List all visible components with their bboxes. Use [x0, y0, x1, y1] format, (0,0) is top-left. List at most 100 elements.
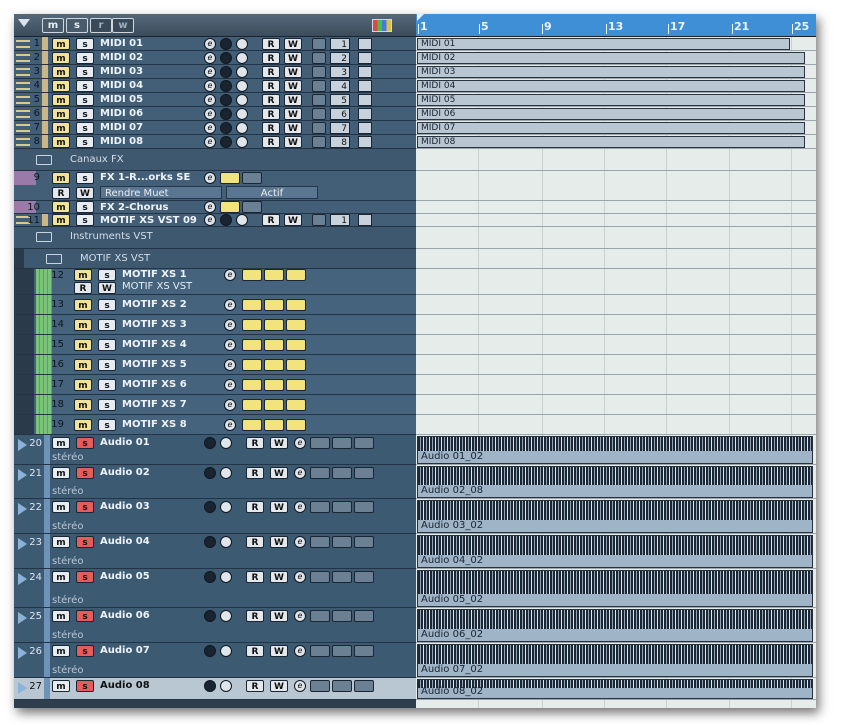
read-automation-button[interactable]: R: [246, 571, 264, 583]
solo-button[interactable]: s: [76, 122, 94, 134]
edit-instrument-button[interactable]: e: [204, 108, 216, 120]
read-automation-button[interactable]: R: [246, 437, 264, 449]
track-name[interactable]: MOTIF XS 4: [122, 339, 187, 351]
midi-input-icon[interactable]: [312, 52, 326, 64]
edit-instrument-button[interactable]: e: [204, 38, 216, 50]
bypass-sends-icon[interactable]: [286, 419, 306, 431]
monitor-button[interactable]: [220, 94, 232, 106]
edit-channel-button[interactable]: e: [294, 680, 306, 692]
solo-button[interactable]: s: [76, 536, 94, 548]
record-enable-button[interactable]: [236, 66, 248, 78]
read-automation-button[interactable]: R: [246, 645, 264, 657]
monitor-button[interactable]: [204, 501, 216, 513]
edit-channel-button[interactable]: e: [224, 419, 236, 431]
record-enable-button[interactable]: [220, 536, 232, 548]
edit-channel-button[interactable]: e: [294, 536, 306, 548]
header-mute-global-button[interactable]: m: [42, 18, 64, 33]
track-name[interactable]: MOTIF XS 3: [122, 319, 187, 331]
track-name[interactable]: Audio 03: [100, 501, 150, 513]
pencil-edit-icon[interactable]: [358, 52, 372, 64]
edit-instrument-button[interactable]: e: [204, 66, 216, 78]
read-automation-button[interactable]: R: [246, 680, 264, 692]
mute-button[interactable]: m: [52, 501, 70, 513]
bypass-sends-icon[interactable]: [286, 299, 306, 311]
bypass-sends-icon[interactable]: [354, 467, 374, 479]
bypass-eq-icon[interactable]: [332, 680, 352, 692]
audio-event[interactable]: Audio 02_08: [417, 466, 813, 498]
mute-button[interactable]: m: [52, 571, 70, 583]
bypass-inserts-icon[interactable]: [310, 437, 330, 449]
edit-instrument-button[interactable]: e: [204, 214, 216, 226]
write-automation-button[interactable]: W: [284, 38, 302, 50]
monitor-button[interactable]: [204, 645, 216, 657]
midi-channel-field[interactable]: 2: [330, 52, 350, 64]
bypass-sends-icon[interactable]: [286, 359, 306, 371]
track-name[interactable]: MIDI 03: [100, 65, 143, 78]
folder-icon[interactable]: [36, 155, 52, 165]
track-name[interactable]: FX 1-R...orks SE: [100, 171, 190, 185]
edit-channel-button[interactable]: e: [294, 501, 306, 513]
track-name[interactable]: MIDI 04: [100, 79, 143, 92]
edit-channel-button[interactable]: e: [294, 467, 306, 479]
mute-button[interactable]: m: [52, 80, 70, 92]
read-automation-button[interactable]: R: [74, 282, 92, 294]
bypass-inserts-icon[interactable]: [310, 645, 330, 657]
playhead-marker-icon[interactable]: [417, 14, 424, 21]
edit-fx-button[interactable]: e: [204, 172, 216, 184]
midi-input-icon[interactable]: [312, 108, 326, 120]
solo-button[interactable]: s: [76, 680, 94, 692]
monitor-button[interactable]: [204, 536, 216, 548]
header-write-global-button[interactable]: w: [112, 18, 134, 33]
edit-channel-button[interactable]: e: [224, 399, 236, 411]
mute-button[interactable]: m: [52, 610, 70, 622]
midi-part[interactable]: MIDI 08: [417, 136, 805, 148]
mute-button[interactable]: m: [52, 136, 70, 148]
write-automation-button[interactable]: W: [270, 680, 288, 692]
write-automation-button[interactable]: W: [284, 214, 302, 226]
write-automation-button[interactable]: W: [284, 94, 302, 106]
mute-button[interactable]: m: [52, 52, 70, 64]
monitor-button[interactable]: [204, 610, 216, 622]
monitor-button[interactable]: [220, 38, 232, 50]
track-name[interactable]: Audio 04: [100, 536, 150, 548]
solo-button[interactable]: s: [76, 214, 94, 226]
bypass-eq-icon[interactable]: [332, 536, 352, 548]
track-name[interactable]: MOTIF XS 1: [122, 269, 187, 281]
record-enable-button[interactable]: [236, 108, 248, 120]
solo-button[interactable]: s: [98, 359, 116, 371]
track-name[interactable]: MOTIF XS 6: [122, 379, 187, 391]
monitor-button[interactable]: [220, 214, 232, 226]
mute-button[interactable]: m: [52, 467, 70, 479]
pencil-edit-icon[interactable]: [358, 214, 372, 226]
edit-instrument-button[interactable]: e: [204, 122, 216, 134]
fx-bypass-inserts-icon[interactable]: [220, 172, 240, 184]
midi-channel-field[interactable]: 1: [330, 214, 350, 226]
monitor-button[interactable]: [220, 52, 232, 64]
write-automation-button[interactable]: W: [270, 467, 288, 479]
mute-button[interactable]: m: [52, 122, 70, 134]
monitor-button[interactable]: [204, 571, 216, 583]
write-automation-button[interactable]: W: [270, 536, 288, 548]
solo-button[interactable]: s: [76, 66, 94, 78]
record-enable-button[interactable]: [236, 80, 248, 92]
midi-input-icon[interactable]: [312, 66, 326, 78]
midi-part[interactable]: MIDI 04: [417, 80, 805, 92]
edit-channel-button[interactable]: e: [224, 339, 236, 351]
midi-part[interactable]: MIDI 01: [417, 38, 790, 50]
record-enable-button[interactable]: [220, 571, 232, 583]
solo-button[interactable]: s: [76, 467, 94, 479]
monitor-button[interactable]: [220, 136, 232, 148]
mute-button[interactable]: m: [52, 172, 70, 184]
midi-channel-field[interactable]: 5: [330, 94, 350, 106]
solo-button[interactable]: s: [76, 645, 94, 657]
bypass-eq-icon[interactable]: [332, 437, 352, 449]
midi-channel-field[interactable]: 1: [330, 38, 350, 50]
midi-part[interactable]: MIDI 03: [417, 66, 805, 78]
bypass-sends-icon[interactable]: [354, 645, 374, 657]
pencil-edit-icon[interactable]: [358, 94, 372, 106]
record-enable-button[interactable]: [220, 680, 232, 692]
edit-channel-button[interactable]: e: [224, 319, 236, 331]
bypass-eq-icon[interactable]: [264, 299, 284, 311]
mute-button[interactable]: m: [74, 319, 92, 331]
edit-channel-button[interactable]: e: [224, 299, 236, 311]
